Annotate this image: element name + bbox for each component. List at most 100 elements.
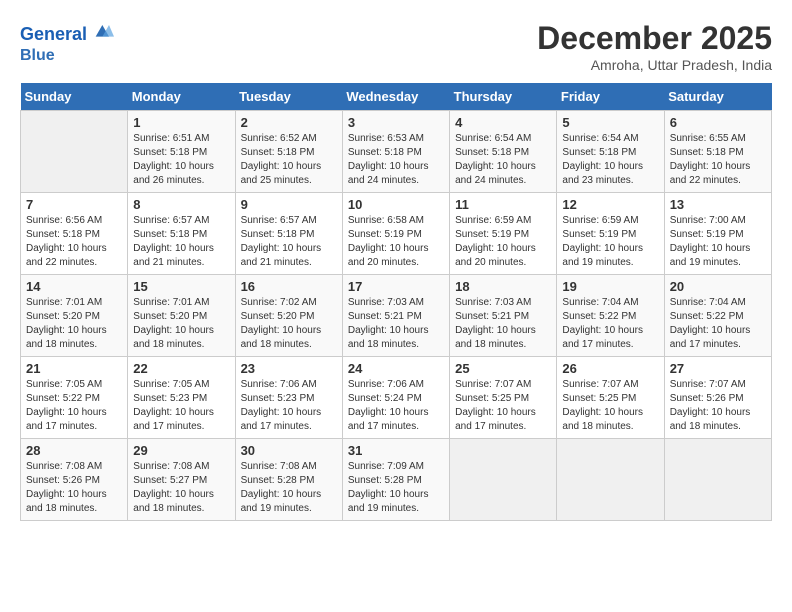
logo-icon: [94, 20, 114, 40]
calendar-cell: 22 Sunrise: 7:05 AMSunset: 5:23 PMDayligh…: [128, 357, 235, 439]
day-number: 30: [241, 443, 337, 458]
calendar-cell: 11 Sunrise: 6:59 AMSunset: 5:19 PMDayligh…: [450, 193, 557, 275]
day-number: 11: [455, 197, 551, 212]
day-info: Sunrise: 7:02 AMSunset: 5:20 PMDaylight:…: [241, 296, 337, 352]
day-number: 3: [348, 115, 444, 130]
day-number: 4: [455, 115, 551, 130]
day-number: 21: [26, 361, 122, 376]
page-header: General Blue December 2025 Amroha, Uttar…: [20, 20, 772, 73]
day-info: Sunrise: 6:59 AMSunset: 5:19 PMDaylight:…: [455, 214, 551, 270]
day-info: Sunrise: 7:08 AMSunset: 5:28 PMDaylight:…: [241, 460, 337, 516]
day-number: 20: [670, 279, 766, 294]
day-info: Sunrise: 6:52 AMSunset: 5:18 PMDaylight:…: [241, 132, 337, 188]
day-number: 17: [348, 279, 444, 294]
calendar-cell: [21, 111, 128, 193]
calendar-cell: [664, 439, 771, 521]
day-info: Sunrise: 6:51 AMSunset: 5:18 PMDaylight:…: [133, 132, 229, 188]
weekday-header-wednesday: Wednesday: [342, 83, 449, 111]
day-info: Sunrise: 7:03 AMSunset: 5:21 PMDaylight:…: [455, 296, 551, 352]
calendar-cell: 7 Sunrise: 6:56 AMSunset: 5:18 PMDaylight…: [21, 193, 128, 275]
calendar-cell: 26 Sunrise: 7:07 AMSunset: 5:25 PMDayligh…: [557, 357, 664, 439]
weekday-header-monday: Monday: [128, 83, 235, 111]
calendar-week-2: 7 Sunrise: 6:56 AMSunset: 5:18 PMDaylight…: [21, 193, 772, 275]
calendar-cell: 6 Sunrise: 6:55 AMSunset: 5:18 PMDaylight…: [664, 111, 771, 193]
calendar-cell: [557, 439, 664, 521]
day-info: Sunrise: 7:06 AMSunset: 5:23 PMDaylight:…: [241, 378, 337, 434]
day-number: 14: [26, 279, 122, 294]
day-number: 16: [241, 279, 337, 294]
day-number: 7: [26, 197, 122, 212]
calendar-cell: 20 Sunrise: 7:04 AMSunset: 5:22 PMDayligh…: [664, 275, 771, 357]
calendar-cell: 24 Sunrise: 7:06 AMSunset: 5:24 PMDayligh…: [342, 357, 449, 439]
calendar-cell: [450, 439, 557, 521]
day-number: 5: [562, 115, 658, 130]
day-info: Sunrise: 7:06 AMSunset: 5:24 PMDaylight:…: [348, 378, 444, 434]
day-number: 26: [562, 361, 658, 376]
day-info: Sunrise: 7:04 AMSunset: 5:22 PMDaylight:…: [562, 296, 658, 352]
day-number: 28: [26, 443, 122, 458]
day-number: 10: [348, 197, 444, 212]
calendar-cell: 15 Sunrise: 7:01 AMSunset: 5:20 PMDayligh…: [128, 275, 235, 357]
day-info: Sunrise: 7:08 AMSunset: 5:26 PMDaylight:…: [26, 460, 122, 516]
day-number: 22: [133, 361, 229, 376]
calendar-week-3: 14 Sunrise: 7:01 AMSunset: 5:20 PMDayligh…: [21, 275, 772, 357]
calendar-cell: 5Sunrise: 6:54 AMSunset: 5:18 PMDaylight…: [557, 111, 664, 193]
calendar-cell: 31 Sunrise: 7:09 AMSunset: 5:28 PMDayligh…: [342, 439, 449, 521]
calendar-cell: 27Sunrise: 7:07 AMSunset: 5:26 PMDayligh…: [664, 357, 771, 439]
day-number: 25: [455, 361, 551, 376]
day-info: Sunrise: 6:58 AMSunset: 5:19 PMDaylight:…: [348, 214, 444, 270]
month-title: December 2025: [537, 20, 772, 57]
calendar-week-5: 28 Sunrise: 7:08 AMSunset: 5:26 PMDayligh…: [21, 439, 772, 521]
day-number: 13: [670, 197, 766, 212]
day-info: Sunrise: 6:57 AMSunset: 5:18 PMDaylight:…: [241, 214, 337, 270]
day-number: 31: [348, 443, 444, 458]
day-info: Sunrise: 7:07 AMSunset: 5:25 PMDaylight:…: [455, 378, 551, 434]
calendar-week-1: 1Sunrise: 6:51 AMSunset: 5:18 PMDaylight…: [21, 111, 772, 193]
day-info: Sunrise: 7:05 AMSunset: 5:23 PMDaylight:…: [133, 378, 229, 434]
day-number: 27: [670, 361, 766, 376]
logo: General Blue: [20, 20, 114, 65]
calendar-week-4: 21 Sunrise: 7:05 AMSunset: 5:22 PMDayligh…: [21, 357, 772, 439]
calendar-cell: 30 Sunrise: 7:08 AMSunset: 5:28 PMDayligh…: [235, 439, 342, 521]
calendar-table: SundayMondayTuesdayWednesdayThursdayFrid…: [20, 83, 772, 521]
day-info: Sunrise: 7:05 AMSunset: 5:22 PMDaylight:…: [26, 378, 122, 434]
weekday-header-saturday: Saturday: [664, 83, 771, 111]
day-info: Sunrise: 7:01 AMSunset: 5:20 PMDaylight:…: [133, 296, 229, 352]
day-number: 18: [455, 279, 551, 294]
day-info: Sunrise: 7:00 AMSunset: 5:19 PMDaylight:…: [670, 214, 766, 270]
logo-text2: Blue: [20, 46, 114, 65]
calendar-cell: 3 Sunrise: 6:53 AMSunset: 5:18 PMDaylight…: [342, 111, 449, 193]
day-number: 24: [348, 361, 444, 376]
weekday-header-thursday: Thursday: [450, 83, 557, 111]
calendar-cell: 29Sunrise: 7:08 AMSunset: 5:27 PMDayligh…: [128, 439, 235, 521]
day-info: Sunrise: 7:03 AMSunset: 5:21 PMDaylight:…: [348, 296, 444, 352]
day-number: 6: [670, 115, 766, 130]
logo-text: General: [20, 20, 114, 46]
calendar-cell: 12Sunrise: 6:59 AMSunset: 5:19 PMDayligh…: [557, 193, 664, 275]
day-info: Sunrise: 6:57 AMSunset: 5:18 PMDaylight:…: [133, 214, 229, 270]
weekday-header-row: SundayMondayTuesdayWednesdayThursdayFrid…: [21, 83, 772, 111]
day-info: Sunrise: 7:07 AMSunset: 5:25 PMDaylight:…: [562, 378, 658, 434]
calendar-cell: 25 Sunrise: 7:07 AMSunset: 5:25 PMDayligh…: [450, 357, 557, 439]
day-info: Sunrise: 7:01 AMSunset: 5:20 PMDaylight:…: [26, 296, 122, 352]
day-number: 12: [562, 197, 658, 212]
calendar-cell: 1Sunrise: 6:51 AMSunset: 5:18 PMDaylight…: [128, 111, 235, 193]
day-info: Sunrise: 7:04 AMSunset: 5:22 PMDaylight:…: [670, 296, 766, 352]
calendar-cell: 18 Sunrise: 7:03 AMSunset: 5:21 PMDayligh…: [450, 275, 557, 357]
day-info: Sunrise: 6:55 AMSunset: 5:18 PMDaylight:…: [670, 132, 766, 188]
day-number: 15: [133, 279, 229, 294]
title-block: December 2025 Amroha, Uttar Pradesh, Ind…: [537, 20, 772, 73]
day-info: Sunrise: 6:53 AMSunset: 5:18 PMDaylight:…: [348, 132, 444, 188]
calendar-cell: 16 Sunrise: 7:02 AMSunset: 5:20 PMDayligh…: [235, 275, 342, 357]
day-info: Sunrise: 6:56 AMSunset: 5:18 PMDaylight:…: [26, 214, 122, 270]
location-subtitle: Amroha, Uttar Pradesh, India: [537, 57, 772, 73]
calendar-cell: 28 Sunrise: 7:08 AMSunset: 5:26 PMDayligh…: [21, 439, 128, 521]
day-number: 9: [241, 197, 337, 212]
day-number: 19: [562, 279, 658, 294]
day-number: 2: [241, 115, 337, 130]
weekday-header-friday: Friday: [557, 83, 664, 111]
day-number: 23: [241, 361, 337, 376]
calendar-cell: 19 Sunrise: 7:04 AMSunset: 5:22 PMDayligh…: [557, 275, 664, 357]
day-info: Sunrise: 7:09 AMSunset: 5:28 PMDaylight:…: [348, 460, 444, 516]
day-info: Sunrise: 7:08 AMSunset: 5:27 PMDaylight:…: [133, 460, 229, 516]
